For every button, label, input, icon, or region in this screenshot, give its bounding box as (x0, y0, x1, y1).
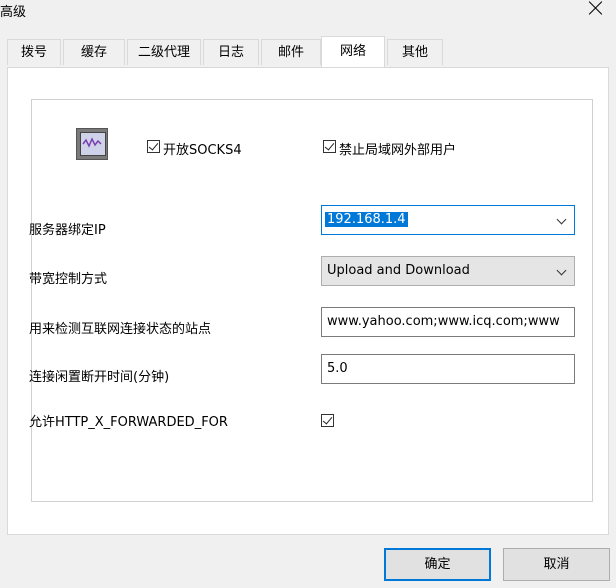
check-sites-label: 用来检测互联网连接状态的站点 (29, 322, 212, 337)
tab-secondary-proxy[interactable]: 二级代理 (127, 39, 201, 65)
settings-group (31, 99, 593, 502)
tab-mail[interactable]: 邮件 (261, 39, 321, 65)
idle-timeout-label: 连接闲置断开时间(分钟) (29, 370, 170, 385)
bind-ip-label: 服务器绑定IP (29, 223, 106, 238)
bandwidth-value: Upload and Download (327, 263, 470, 278)
chevron-down-icon[interactable] (556, 214, 567, 225)
block-external-label: 禁止局域网外部用户 (339, 143, 457, 158)
tab-network[interactable]: 网络 (321, 36, 385, 67)
window-title: 高级 (0, 5, 27, 20)
socks4-label: 开放SOCKS4 (163, 143, 242, 158)
ok-button[interactable]: 确定 (384, 548, 491, 581)
tab-dialup[interactable]: 拨号 (7, 39, 61, 65)
idle-timeout-input[interactable]: 5.0 (321, 354, 575, 384)
check-sites-input[interactable]: www.yahoo.com;www.icq.com;www (321, 307, 575, 337)
bind-ip-value: 192.168.1.4 (325, 212, 408, 227)
tab-cache[interactable]: 缓存 (63, 39, 125, 65)
cancel-button[interactable]: 取消 (503, 548, 610, 581)
chevron-down-icon[interactable] (556, 265, 567, 276)
socks4-checkbox[interactable] (147, 140, 160, 153)
tab-other[interactable]: 其他 (387, 39, 443, 65)
block-external-checkbox[interactable] (323, 140, 336, 153)
forwarded-for-checkbox[interactable] (321, 414, 334, 427)
bind-ip-combobox[interactable]: 192.168.1.4 (321, 205, 575, 235)
forwarded-for-label: 允许HTTP_X_FORWARDED_FOR (29, 415, 228, 430)
bandwidth-combobox[interactable]: Upload and Download (321, 256, 575, 286)
close-icon[interactable] (588, 0, 604, 16)
bandwidth-label: 带宽控制方式 (29, 272, 108, 287)
advanced-dialog: 高级 拨号 缓存 二级代理 日志 邮件 网络 其他 开放SOCKS4 禁止局域网… (0, 0, 616, 588)
monitor-icon (76, 128, 108, 160)
tab-log[interactable]: 日志 (203, 39, 259, 65)
